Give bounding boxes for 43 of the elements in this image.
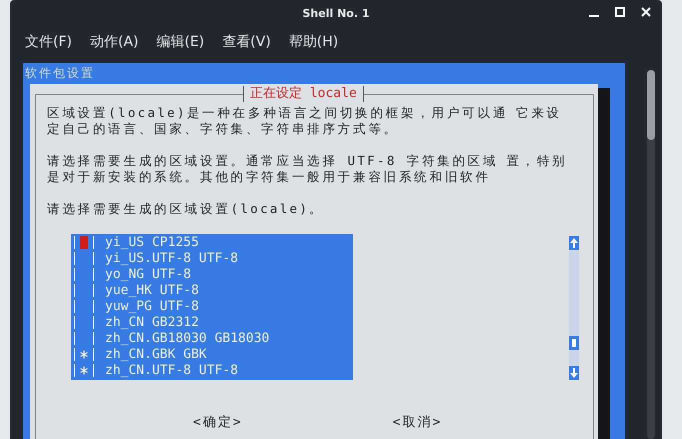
list-scrollbar[interactable] — [569, 236, 579, 380]
menu-item[interactable]: 查看(V) — [222, 31, 271, 53]
scrollbar[interactable] — [647, 70, 655, 439]
down-arrow-icon[interactable] — [569, 366, 579, 380]
locale-option[interactable]: zh_CN GB2312 — [105, 314, 199, 330]
locale-option[interactable]: zh_CN.GB18030 GB18030 — [105, 330, 270, 346]
locale-option[interactable]: zh_CN.GBK GBK — [105, 346, 207, 362]
locale-list[interactable]: yi_US CP1255 yi_US.UTF-8 UTF-8 yo_NG UTF-8 yue_HK UTF-8 yuw_PG UTF-8 zh_CN GB2312 zh_CN.GB18030 GB18030 zh_CN.GBK GBK zh_CN.UTF-8 UTF-8 — [71, 234, 353, 380]
checkbox[interactable] — [74, 332, 94, 344]
locale-option[interactable]: yo_NG UTF-8 — [105, 266, 192, 282]
scroll-thumb-icon[interactable] — [569, 336, 579, 350]
dialog-text: 置，特别 — [506, 153, 568, 169]
terminal-header: 软件包设置 — [24, 65, 96, 82]
menu-item[interactable]: 帮助(H) — [288, 31, 338, 53]
checkbox[interactable] — [74, 364, 94, 376]
dialog-text: 它来设 — [516, 105, 562, 121]
checkbox[interactable] — [74, 348, 94, 360]
dialog-button[interactable]: <取消> — [392, 413, 442, 431]
window-title: Shell No. 1 — [302, 6, 370, 20]
locale-option[interactable]: zh_CN.UTF-8 UTF-8 — [105, 362, 238, 378]
dialog-text: 请选择需要生成的区域设置(locale)。 — [47, 201, 325, 217]
checkbox[interactable] — [74, 236, 94, 248]
menu-item[interactable]: 动作(A) — [90, 31, 138, 53]
checkbox[interactable] — [74, 252, 94, 264]
up-arrow-icon[interactable] — [569, 236, 579, 250]
dialog-title: 正在设定 locale — [243, 86, 364, 102]
locale-option[interactable]: yi_US CP1255 — [105, 234, 199, 250]
menu-item[interactable]: 文件(F) — [25, 31, 72, 53]
dialog-text: 定自己的语言、国家、字符集、字符串排序方式等。 — [47, 121, 399, 137]
menu-item[interactable]: 编辑(E) — [156, 31, 204, 53]
dialog-text: 请选择需要生成的区域设置。通常应当选择 UTF-8 字符集的区域 — [47, 153, 498, 169]
maximize-icon[interactable] — [614, 6, 626, 18]
dialog-button[interactable]: <确定> — [193, 413, 243, 431]
dialog-text: 是对于新安装的系统。其他的字符集一般用于兼容旧系统和旧软件 — [47, 169, 491, 185]
locale-option[interactable]: yi_US.UTF-8 UTF-8 — [105, 250, 238, 266]
locale-option[interactable]: yuw_PG UTF-8 — [105, 298, 199, 314]
close-icon[interactable] — [640, 6, 652, 18]
checkbox[interactable] — [74, 316, 94, 328]
dialog-text: 区域设置(locale)是一种在多种语言之间切换的框架，用户可以通 — [47, 105, 508, 121]
checkbox[interactable] — [74, 268, 94, 280]
checkbox[interactable] — [74, 300, 94, 312]
checkbox[interactable] — [74, 284, 94, 296]
locale-option[interactable]: yue_HK UTF-8 — [105, 282, 199, 298]
